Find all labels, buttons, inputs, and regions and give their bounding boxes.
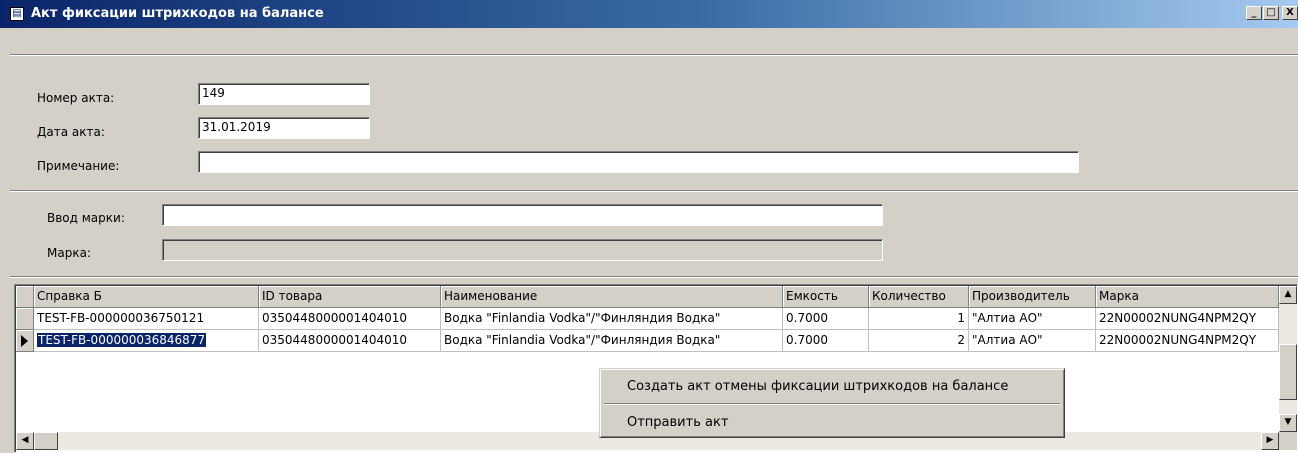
column-header-name[interactable]: Наименование [441, 286, 783, 308]
row-indicator-current[interactable] [16, 330, 34, 352]
scroll-right-button[interactable]: ▶ [1261, 432, 1279, 450]
context-menu: Создать акт отмены фиксации штрихкодов н… [599, 368, 1065, 438]
table-cell[interactable]: 22N00002NUNG4NPM2QY [1096, 330, 1279, 352]
menu-item-create-cancel-act[interactable]: Создать акт отмены фиксации штрихкодов н… [603, 373, 1061, 399]
menu-separator [604, 403, 1060, 405]
table-cell[interactable]: 0350448000001404010 [259, 330, 441, 352]
column-header-product-id[interactable]: ID товара [259, 286, 441, 308]
table-cell[interactable]: Водка "Finlandia Vodka"/"Финляндия Водка… [441, 330, 783, 352]
vertical-scroll-thumb[interactable] [1279, 344, 1297, 400]
mark-input-label: Ввод марки: [47, 211, 125, 225]
selected-cell-text: TEST-FB-000000036846877 [35, 332, 208, 348]
close-button[interactable]: X [1282, 6, 1298, 20]
table-cell[interactable]: 0.7000 [783, 330, 869, 352]
scroll-down-button[interactable]: ▼ [1279, 414, 1297, 432]
table-cell[interactable]: "Алтиа АО" [969, 308, 1096, 330]
mark-input-field[interactable] [162, 204, 883, 226]
menu-item-send-act[interactable]: Отправить акт [603, 409, 1061, 435]
row-indicator[interactable] [16, 308, 34, 330]
middle-divider [10, 190, 1298, 192]
window-title: Акт фиксации штрихкодов на балансе [31, 6, 324, 21]
table-cell[interactable]: 0.7000 [783, 308, 869, 330]
bottom-divider [10, 276, 1298, 278]
act-date-field[interactable]: 31.01.2019 [198, 117, 370, 139]
table-cell[interactable]: 0350448000001404010 [259, 308, 441, 330]
maximize-button[interactable]: □ [1263, 6, 1279, 20]
table-cell[interactable]: 2 [869, 330, 969, 352]
header-corner [16, 286, 34, 308]
table-cell-selected[interactable]: TEST-FB-000000036846877 [34, 330, 259, 352]
note-field[interactable] [198, 151, 1079, 173]
minimize-button[interactable]: _ [1246, 6, 1262, 20]
horizontal-scroll-thumb[interactable] [34, 432, 58, 450]
scroll-left-button[interactable]: ◀ [16, 432, 34, 450]
act-window: ▤ Акт фиксации штрихкодов на балансе _ □… [0, 0, 1298, 453]
mark-label: Марка: [47, 246, 91, 260]
current-row-arrow-icon [21, 335, 28, 347]
table-cell[interactable]: 22N00002NUNG4NPM2QY [1096, 308, 1279, 330]
note-label: Примечание: [37, 159, 120, 173]
top-divider [10, 54, 1298, 56]
act-date-label: Дата акта: [37, 125, 105, 139]
table-cell[interactable]: 1 [869, 308, 969, 330]
column-header-producer[interactable]: Производитель [969, 286, 1096, 308]
title-bar[interactable]: ▤ Акт фиксации штрихкодов на балансе _ □… [0, 0, 1298, 28]
vertical-scrollbar[interactable]: ▲ ▼ [1279, 286, 1297, 432]
scroll-up-button[interactable]: ▲ [1279, 286, 1297, 304]
resize-grip-icon [1279, 432, 1297, 450]
column-header-spravka-b[interactable]: Справка Б [34, 286, 259, 308]
table-cell[interactable]: TEST-FB-000000036750121 [34, 308, 259, 330]
table-cell[interactable]: Водка "Finlandia Vodka"/"Финляндия Водка… [441, 308, 783, 330]
column-header-capacity[interactable]: Емкость [783, 286, 869, 308]
table-cell[interactable]: "Алтиа АО" [969, 330, 1096, 352]
act-number-label: Номер акта: [37, 91, 115, 105]
document-icon: ▤ [10, 7, 24, 21]
column-header-quantity[interactable]: Количество [869, 286, 969, 308]
mark-field [162, 239, 883, 261]
column-header-mark[interactable]: Марка [1096, 286, 1279, 308]
act-number-field[interactable]: 149 [198, 83, 370, 105]
